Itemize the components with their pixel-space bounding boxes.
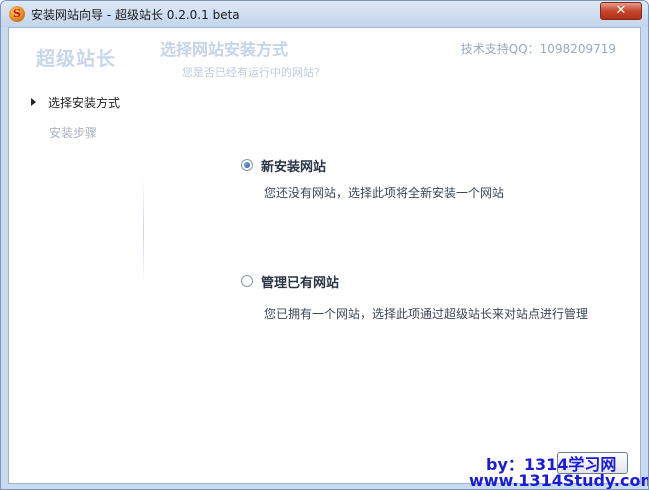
sidebar-item-choose-method[interactable]: 选择安装方式 — [31, 94, 120, 111]
option-new-site-label[interactable]: 新安装网站 — [261, 156, 326, 175]
installer-window: S 安装网站向导 - 超级站长 0.2.0.1 beta ✕ 超级站长 选择网站… — [0, 0, 649, 490]
wizard-content: 超级站长 选择网站安装方式 您是否已经有运行中的网站? 技术支持QQ：10982… — [8, 27, 641, 484]
option-existing-site-label[interactable]: 管理已有网站 — [261, 272, 339, 291]
step-title: 选择网站安装方式 — [160, 40, 289, 59]
divider — [143, 176, 144, 286]
sidebar-item-label: 选择安装方式 — [48, 96, 121, 110]
arrow-right-icon — [31, 98, 36, 106]
support-qq: 技术支持QQ：1098209719 — [460, 42, 616, 56]
option-new-site-description: 您还没有网站，选择此项将全新安装一个网站 — [264, 186, 505, 200]
close-button[interactable]: ✕ — [600, 2, 642, 20]
app-logo-icon: S — [9, 6, 25, 22]
watermark-url: www.1314Study.com — [469, 471, 649, 490]
radio-new-site[interactable] — [241, 159, 253, 171]
sidebar-item-install-steps[interactable]: 安装步骤 — [49, 124, 97, 141]
brand-logo: 超级站长 — [36, 48, 117, 70]
option-existing-site-description: 您已拥有一个网站，选择此项通过超级站长来对站点进行管理 — [264, 307, 589, 321]
window-title: 安装网站向导 - 超级站长 0.2.0.1 beta — [31, 8, 240, 22]
radio-existing-site[interactable] — [241, 275, 253, 287]
step-subtitle: 您是否已经有运行中的网站? — [182, 66, 320, 79]
title-bar[interactable]: S 安装网站向导 - 超级站长 0.2.0.1 beta ✕ — [1, 1, 648, 27]
sidebar-item-label: 安装步骤 — [49, 126, 98, 140]
